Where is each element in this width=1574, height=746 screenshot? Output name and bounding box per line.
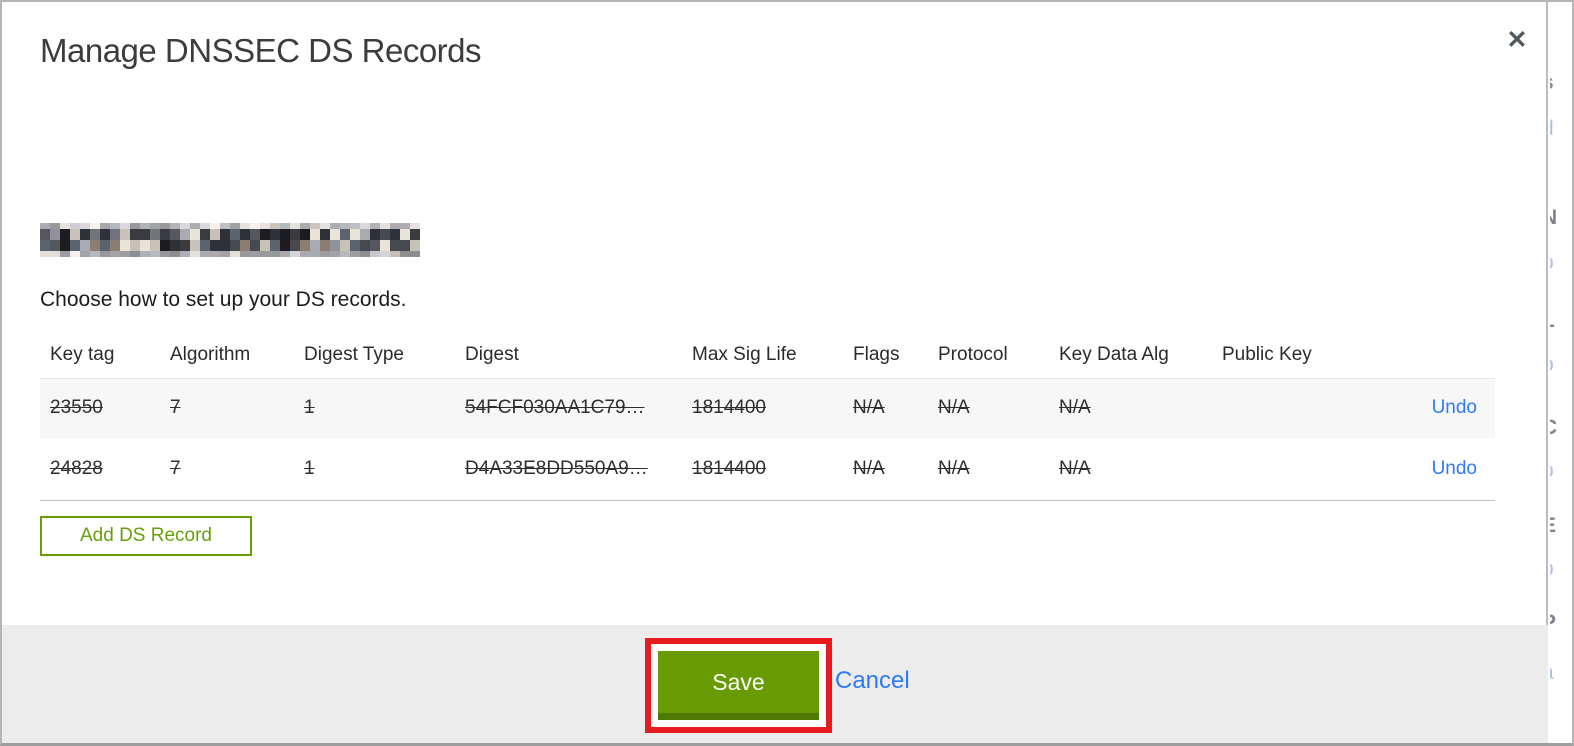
- background-text-fragment: C: [1550, 417, 1557, 438]
- page-title: Manage DNSSEC DS Records: [40, 32, 482, 69]
- cell-digest-type: 1: [294, 377, 455, 438]
- table-row: 23550 7 1 54FCF030AA1C79… 1814400 N/A N/…: [40, 377, 1495, 438]
- table-row: 24828 7 1 D4A33E8DD550A9… 1814400 N/A N/…: [40, 438, 1495, 501]
- cell-key-tag: 23550: [40, 377, 160, 438]
- undo-link[interactable]: Undo: [1432, 458, 1477, 479]
- cell-protocol: N/A: [928, 377, 1049, 438]
- background-text-fragment: P: [1550, 612, 1556, 633]
- background-text-fragment: a: [1550, 662, 1554, 683]
- cell-max-sig-life: 1814400: [682, 377, 843, 438]
- background-text-fragment: N: [1550, 207, 1557, 228]
- manage-dnssec-modal: Manage DNSSEC DS Records ✕ Choose how to…: [2, 2, 1548, 743]
- modal-footer: Save Cancel: [2, 625, 1548, 743]
- col-header-algorithm: Algorithm: [170, 343, 251, 365]
- background-page-sliver: s d No Lo Co Eo Pa: [1550, 2, 1572, 743]
- cell-digest-type: 1: [294, 438, 455, 501]
- col-header-flags: Flags: [853, 343, 900, 365]
- red-annotation-rectangle: Save: [645, 638, 832, 733]
- add-ds-record-button[interactable]: Add DS Record: [40, 516, 252, 556]
- background-text-fragment: o: [1550, 558, 1554, 579]
- cell-digest: D4A33E8DD550A9…: [455, 438, 682, 501]
- screenshot-root: Manage DNSSEC DS Records ✕ Choose how to…: [0, 0, 1574, 746]
- undo-link[interactable]: Undo: [1432, 397, 1477, 418]
- cell-algorithm: 7: [160, 438, 294, 501]
- background-text-fragment: E: [1550, 515, 1556, 536]
- cell-digest: 54FCF030AA1C79…: [455, 377, 682, 438]
- col-header-digest: Digest: [465, 343, 519, 365]
- background-text-fragment: s: [1550, 72, 1554, 93]
- ds-records-table: Key tag Algorithm Digest Type Digest Max…: [40, 332, 1495, 501]
- cell-key-data-alg: N/A: [1049, 438, 1212, 501]
- redacted-domain-name: [40, 223, 420, 257]
- cancel-link[interactable]: Cancel: [835, 667, 910, 695]
- cell-key-tag: 24828: [40, 438, 160, 501]
- background-text-fragment: L: [1550, 310, 1555, 331]
- instruction-text: Choose how to set up your DS records.: [40, 288, 407, 311]
- cell-public-key: [1212, 438, 1392, 501]
- col-header-key-data-alg: Key Data Alg: [1059, 343, 1169, 365]
- cell-flags: N/A: [843, 438, 928, 501]
- cell-max-sig-life: 1814400: [682, 438, 843, 501]
- background-text-fragment: o: [1550, 460, 1554, 481]
- cell-key-data-alg: N/A: [1049, 377, 1212, 438]
- cell-protocol: N/A: [928, 438, 1049, 501]
- col-header-max-sig-life: Max Sig Life: [692, 343, 797, 365]
- col-header-protocol: Protocol: [938, 343, 1008, 365]
- col-header-key-tag: Key tag: [50, 343, 115, 365]
- close-icon[interactable]: ✕: [1501, 24, 1533, 56]
- background-text-fragment: o: [1550, 354, 1554, 375]
- col-header-digest-type: Digest Type: [304, 343, 404, 365]
- save-button[interactable]: Save: [658, 651, 819, 720]
- cell-flags: N/A: [843, 377, 928, 438]
- col-header-public-key: Public Key: [1222, 343, 1312, 365]
- col-header-actions: [1392, 332, 1495, 378]
- table-header-row: Key tag Algorithm Digest Type Digest Max…: [40, 332, 1495, 378]
- cell-algorithm: 7: [160, 377, 294, 438]
- background-text-fragment: d: [1550, 118, 1554, 139]
- background-text-fragment: o: [1550, 252, 1554, 273]
- cell-public-key: [1212, 377, 1392, 438]
